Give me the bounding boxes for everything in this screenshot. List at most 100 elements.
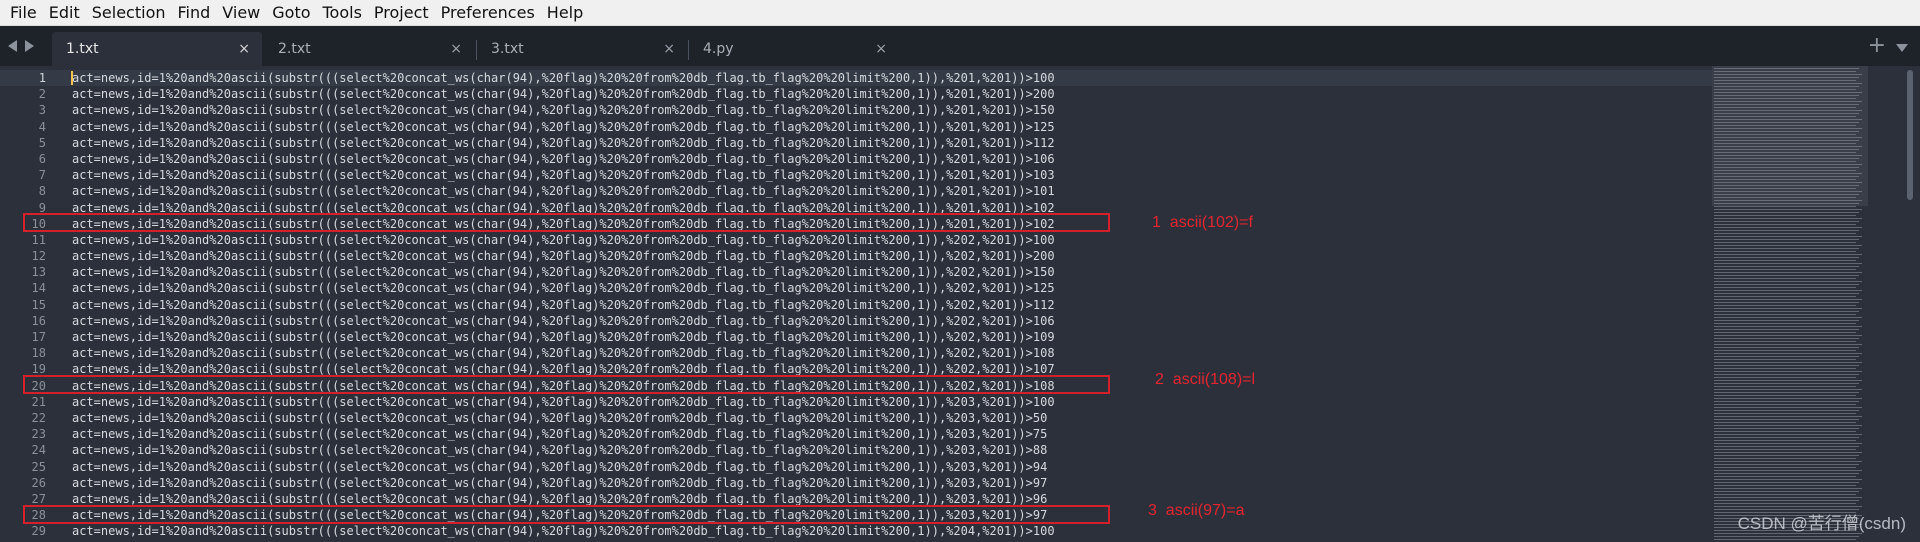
- code-line[interactable]: act=news,id=1%20and%20ascii(substr(((sel…: [72, 183, 1712, 199]
- code-line[interactable]: act=news,id=1%20and%20ascii(substr(((sel…: [72, 232, 1712, 248]
- code-line[interactable]: act=news,id=1%20and%20ascii(substr(((sel…: [72, 119, 1712, 135]
- minimap-line: [1714, 125, 1856, 126]
- menu-project[interactable]: Project: [368, 0, 435, 26]
- minimap-line: [1714, 539, 1856, 540]
- minimap-line: [1714, 68, 1859, 69]
- minimap-line: [1714, 275, 1859, 276]
- line-number: 6: [38, 151, 46, 166]
- minimap-line: [1714, 197, 1856, 198]
- code-line[interactable]: act=news,id=1%20and%20ascii(substr(((sel…: [72, 523, 1712, 539]
- code-line[interactable]: act=news,id=1%20and%20ascii(substr(((sel…: [72, 394, 1712, 410]
- minimap-line: [1714, 338, 1859, 339]
- text-caret: [71, 71, 73, 85]
- minimap-line: [1714, 80, 1856, 81]
- code-line[interactable]: act=news,id=1%20and%20ascii(substr(((sel…: [72, 459, 1712, 475]
- menu-find[interactable]: Find: [172, 0, 217, 26]
- tab-3-txt[interactable]: 3.txt ×: [477, 32, 687, 66]
- close-icon[interactable]: ×: [663, 41, 675, 57]
- menu-tools[interactable]: Tools: [317, 0, 368, 26]
- code-line[interactable]: act=news,id=1%20and%20ascii(substr(((sel…: [72, 102, 1712, 118]
- code-line[interactable]: act=news,id=1%20and%20ascii(substr(((sel…: [72, 475, 1712, 491]
- code-line[interactable]: act=news,id=1%20and%20ascii(substr(((sel…: [72, 297, 1712, 313]
- minimap-line: [1714, 437, 1859, 438]
- menu-preferences[interactable]: Preferences: [435, 0, 541, 26]
- minimap-line: [1714, 377, 1856, 378]
- minimap-line: [1714, 368, 1856, 369]
- minimap-line: [1714, 500, 1859, 501]
- minimap-line: [1714, 158, 1859, 159]
- minimap-line: [1714, 386, 1856, 387]
- code-line[interactable]: act=news,id=1%20and%20ascii(substr(((sel…: [72, 135, 1712, 151]
- arrow-left-icon[interactable]: [8, 40, 17, 52]
- menu-goto[interactable]: Goto: [266, 0, 316, 26]
- line-number: 29: [31, 524, 46, 539]
- code-line[interactable]: act=news,id=1%20and%20ascii(substr(((sel…: [72, 248, 1712, 264]
- minimap-line: [1714, 452, 1862, 453]
- minimap-line: [1714, 398, 1862, 399]
- code-line[interactable]: act=news,id=1%20and%20ascii(substr(((sel…: [72, 313, 1712, 329]
- new-tab-plus-icon[interactable]: +: [1868, 34, 1886, 58]
- tab-2-txt[interactable]: 2.txt ×: [264, 32, 474, 66]
- minimap-line: [1714, 161, 1856, 162]
- code-line[interactable]: act=news,id=1%20and%20ascii(substr(((sel…: [72, 151, 1712, 167]
- minimap[interactable]: [1712, 66, 1868, 542]
- arrow-right-icon[interactable]: [25, 40, 34, 52]
- line-number: 26: [31, 475, 46, 490]
- minimap-line: [1714, 104, 1859, 105]
- menu-bar: File Edit Selection Find View Goto Tools…: [0, 0, 1920, 26]
- scrollbar-thumb[interactable]: [1907, 70, 1913, 200]
- menu-view[interactable]: View: [216, 0, 266, 26]
- code-line[interactable]: act=news,id=1%20and%20ascii(substr(((sel…: [72, 280, 1712, 296]
- annotation-box-line-10: [23, 213, 1110, 232]
- minimap-line: [1714, 305, 1856, 306]
- minimap-line: [1714, 122, 1859, 123]
- menu-help[interactable]: Help: [541, 0, 589, 26]
- code-line[interactable]: act=news,id=1%20and%20ascii(substr(((sel…: [72, 442, 1712, 458]
- minimap-line: [1714, 296, 1856, 297]
- minimap-line: [1714, 194, 1859, 195]
- code-line[interactable]: act=news,id=1%20and%20ascii(substr(((sel…: [72, 264, 1712, 280]
- close-icon[interactable]: ×: [450, 41, 462, 57]
- close-icon[interactable]: ×: [238, 41, 250, 57]
- minimap-line: [1714, 383, 1859, 384]
- minimap-line: [1714, 353, 1862, 354]
- line-number: 14: [31, 281, 46, 296]
- line-number: 24: [31, 443, 46, 458]
- vertical-scrollbar[interactable]: [1906, 70, 1914, 538]
- tab-4-py[interactable]: 4.py ×: [689, 32, 899, 66]
- code-area[interactable]: act=news,id=1%20and%20ascii(substr(((sel…: [72, 70, 1712, 539]
- editor-pane[interactable]: 1 2 3 4 5 6 7 8 9 10 11 12 13 14 15 16 17 18 19 20 21 22 23 24 2…: [0, 66, 1920, 542]
- code-line[interactable]: act=news,id=1%20and%20ascii(substr(((sel…: [72, 410, 1712, 426]
- minimap-line: [1714, 473, 1859, 474]
- close-icon[interactable]: ×: [875, 41, 887, 57]
- line-number: 5: [38, 135, 46, 150]
- minimap-line: [1714, 215, 1856, 216]
- minimap-line: [1714, 176, 1859, 177]
- line-number: 2: [38, 87, 46, 102]
- minimap-line: [1714, 380, 1862, 381]
- chevron-down-icon[interactable]: [1896, 44, 1908, 52]
- code-line[interactable]: act=news,id=1%20and%20ascii(substr(((sel…: [72, 329, 1712, 345]
- code-line[interactable]: act=news,id=1%20and%20ascii(substr(((sel…: [72, 70, 1712, 86]
- minimap-line: [1714, 311, 1859, 312]
- tab-1-txt[interactable]: 1.txt ×: [52, 32, 262, 66]
- minimap-line: [1714, 164, 1862, 165]
- code-line[interactable]: act=news,id=1%20and%20ascii(substr(((sel…: [72, 426, 1712, 442]
- minimap-line: [1714, 83, 1862, 84]
- menu-edit[interactable]: Edit: [43, 0, 86, 26]
- minimap-line: [1714, 449, 1856, 450]
- minimap-line: [1714, 269, 1856, 270]
- code-line[interactable]: act=news,id=1%20and%20ascii(substr(((sel…: [72, 86, 1712, 102]
- minimap-line: [1714, 203, 1859, 204]
- minimap-line: [1714, 167, 1859, 168]
- line-number: 23: [31, 427, 46, 442]
- menu-file[interactable]: File: [4, 0, 43, 26]
- code-line[interactable]: act=news,id=1%20and%20ascii(substr(((sel…: [72, 345, 1712, 361]
- menu-selection[interactable]: Selection: [86, 0, 172, 26]
- minimap-line: [1714, 314, 1856, 315]
- minimap-line: [1714, 323, 1856, 324]
- minimap-line: [1714, 152, 1856, 153]
- code-line[interactable]: act=news,id=1%20and%20ascii(substr(((sel…: [72, 167, 1712, 183]
- minimap-line: [1714, 341, 1856, 342]
- minimap-line: [1714, 455, 1859, 456]
